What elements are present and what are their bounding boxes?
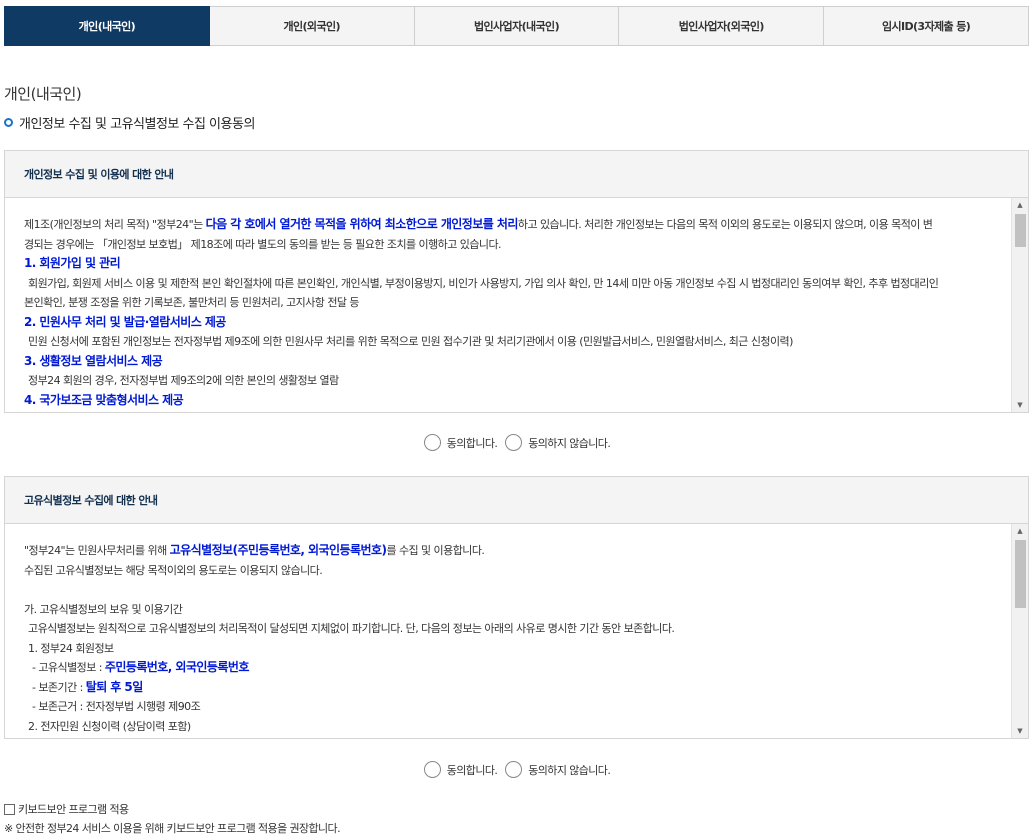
text-line: 제1조(개인정보의 처리 목적) "정부24"는 다음 각 호에서 열거한 목적… [24, 215, 998, 235]
text-span: 제1조(개인정보의 처리 목적) "정부24"는 [24, 218, 206, 231]
highlight-text: 다음 각 호에서 열거한 목적을 위하여 최소한으로 개인정보를 처리 [205, 217, 519, 231]
tab-bar: 개인(내국인) 개인(외국인) 법인사업자(내국인) 법인사업자(외국인) 임시… [4, 6, 1029, 46]
text-span: "정부24"는 민원사무처리를 위해 [24, 544, 170, 557]
unique-id-notice-panel: 고유식별정보 수집에 대한 안내 "정부24"는 민원사무처리를 위해 고유식별… [4, 476, 1029, 739]
tab-foreign-corporate[interactable]: 법인사업자(외국인) [619, 6, 825, 46]
privacy-agree-radio[interactable]: 동의합니다. [423, 434, 498, 451]
privacy-notice-title: 개인정보 수집 및 이용에 대한 안내 [5, 151, 1028, 198]
subheading: 3. 생활정보 열람서비스 제공 [24, 353, 163, 368]
privacy-consent-row: 동의합니다. 동의하지 않습니다. [0, 434, 1034, 451]
subheading: 2. 민원사무 처리 및 발급·열람서비스 제공 [24, 314, 226, 329]
radio-label: 동의하지 않습니다. [528, 763, 611, 777]
tab-domestic-corporate[interactable]: 법인사업자(내국인) [414, 6, 620, 46]
highlight-text: 고유식별정보(주민등록번호, 외국인등록번호) [169, 543, 387, 557]
unique-id-scrollbar[interactable]: ▲ ▼ [1011, 524, 1028, 738]
text-line: 정부24 회원의 경우, 전자정부법 제9조의2에 의한 본인의 생활정보 열람 [28, 374, 339, 387]
radio-circle-icon[interactable] [505, 761, 523, 778]
scroll-down-arrow-icon[interactable]: ▼ [1012, 398, 1028, 412]
keyboard-security-checkbox[interactable]: 키보드보안 프로그램 적용 [4, 801, 129, 817]
checkbox-icon[interactable] [4, 803, 15, 815]
text-span: - 보존기간 : [32, 680, 86, 694]
privacy-disagree-radio[interactable]: 동의하지 않습니다. [505, 434, 611, 451]
text-line: 경되는 경우에는 「개인정보 보호법」 제18조에 따라 별도의 동의를 받는 … [24, 237, 502, 251]
text-line: 가. 고유식별정보의 보유 및 이용기간 [24, 602, 183, 616]
scroll-up-arrow-icon[interactable]: ▲ [1012, 198, 1028, 212]
text-line: 수집된 고유식별정보는 해당 목적이외의 용도로는 이용되지 않습니다. [24, 563, 323, 577]
section-heading: 개인정보 수집 및 고유식별정보 수집 이용동의 [4, 113, 255, 132]
subheading: 1. 회원가입 및 관리 [24, 256, 121, 270]
section-heading-text: 개인정보 수집 및 고유식별정보 수집 이용동의 [19, 117, 255, 132]
keyboard-security-note: ※ 안전한 정부24 서비스 이용을 위해 키보드보안 프로그램 적용을 권장합… [4, 822, 341, 835]
page-title: 개인(내국인) [4, 85, 82, 103]
scrollbar-thumb[interactable] [1015, 214, 1026, 247]
text-line: - 보존기간 : 탈퇴 후 5일 [24, 678, 998, 698]
highlight-text: 주민등록번호, 외국인등록번호 [104, 660, 250, 674]
scrollbar-thumb[interactable] [1015, 540, 1026, 608]
tab-temporary-id[interactable]: 임시ID(3자제출 등) [824, 6, 1029, 46]
privacy-notice-panel: 개인정보 수집 및 이용에 대한 안내 제1조(개인정보의 처리 목적) "정부… [4, 150, 1029, 413]
privacy-scrollbar[interactable]: ▲ ▼ [1011, 198, 1028, 412]
checkbox-label: 키보드보안 프로그램 적용 [18, 803, 129, 816]
scroll-down-arrow-icon[interactable]: ▼ [1012, 724, 1028, 738]
radio-label: 동의하지 않습니다. [528, 436, 611, 450]
unique-id-agree-radio[interactable]: 동의합니다. [423, 761, 498, 778]
radio-circle-icon[interactable] [423, 761, 441, 778]
scroll-up-arrow-icon[interactable]: ▲ [1012, 524, 1028, 538]
unique-id-consent-row: 동의합니다. 동의하지 않습니다. [0, 761, 1034, 778]
text-line: 1. 정부24 회원정보 [28, 641, 114, 655]
text-span: - 고유식별정보 : [32, 661, 105, 674]
radio-label: 동의합니다. [446, 436, 498, 450]
text-span: 하고 있습니다. 처리한 개인정보는 다음의 목적 이외의 용도로는 이용되지 … [517, 218, 933, 231]
privacy-notice-content: 제1조(개인정보의 처리 목적) "정부24"는 다음 각 호에서 열거한 목적… [5, 198, 1028, 410]
unique-id-notice-content: "정부24"는 민원사무처리를 위해 고유식별정보(주민등록번호, 외국인등록번… [5, 524, 1028, 736]
text-line: "정부24"는 민원사무처리를 위해 고유식별정보(주민등록번호, 외국인등록번… [24, 541, 998, 561]
unique-id-disagree-radio[interactable]: 동의하지 않습니다. [505, 761, 611, 778]
unique-id-notice-scroll-area[interactable]: "정부24"는 민원사무처리를 위해 고유식별정보(주민등록번호, 외국인등록번… [5, 524, 1028, 738]
text-span: 를 수집 및 이용합니다. [386, 544, 485, 557]
subheading: 4. 국가보조금 맞춤형서비스 제공 [24, 392, 184, 407]
radio-circle-icon[interactable] [505, 434, 523, 451]
text-line: 고유식별정보는 원칙적으로 고유식별정보의 처리목적이 달성되면 지체없이 파기… [28, 622, 675, 635]
unique-id-notice-title: 고유식별정보 수집에 대한 안내 [5, 477, 1028, 524]
radio-circle-icon[interactable] [423, 434, 441, 451]
ring-bullet-icon [4, 118, 13, 127]
highlight-text: 탈퇴 후 5일 [85, 679, 144, 694]
text-line: 2. 전자민원 신청이력 (상담이력 포함) [28, 719, 191, 733]
text-line: - 보존근거 : 전자정부법 시행령 제90조 [32, 700, 201, 713]
privacy-notice-scroll-area[interactable]: 제1조(개인정보의 처리 목적) "정부24"는 다음 각 호에서 열거한 목적… [5, 198, 1028, 412]
tab-foreign-individual[interactable]: 개인(외국인) [209, 6, 415, 46]
tab-domestic-individual[interactable]: 개인(내국인) [4, 6, 210, 46]
text-line: 민원 신청서에 포함된 개인정보는 전자정부법 제9조에 의한 민원사무 처리를… [28, 335, 793, 348]
text-line: 회원가입, 회원제 서비스 이용 및 제한적 본인 확인절차에 따른 본인확인,… [28, 276, 939, 290]
radio-label: 동의합니다. [446, 763, 498, 777]
text-line: - 고유식별정보 : 주민등록번호, 외국인등록번호 [24, 658, 998, 678]
text-line: 본인확인, 분쟁 조정을 위한 기록보존, 불만처리 등 민원처리, 고지사항 … [24, 296, 360, 309]
